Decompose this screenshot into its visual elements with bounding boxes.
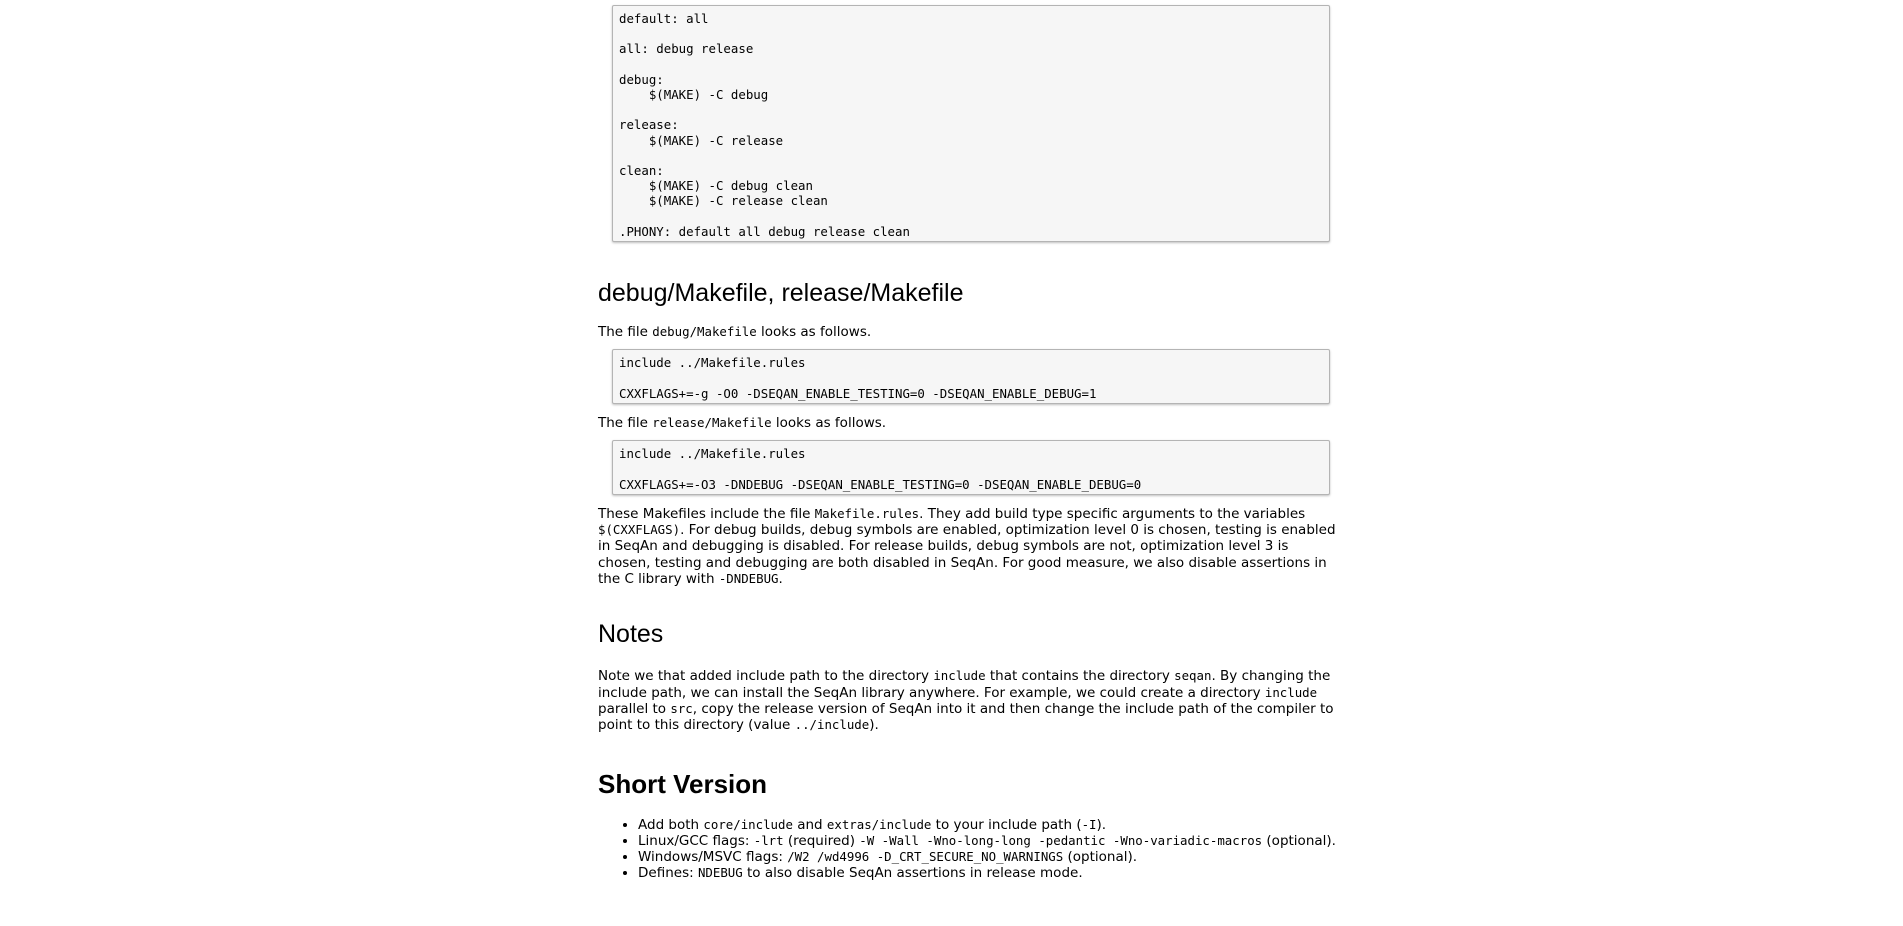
inline-code: $(CXXFLAGS) — [598, 522, 681, 538]
document-content: default: all all: debug release debug: $… — [598, 0, 1338, 882]
list-item: Windows/MSVC flags: /W2 /wd4996 -D_CRT_S… — [638, 849, 1338, 865]
inline-code: Makefile.rules — [814, 505, 920, 521]
short-version-list: Add both core/include and extras/include… — [598, 817, 1338, 882]
heading-short-version: Short Version — [598, 768, 768, 799]
makefiles-description: These Makefiles include the file Makefil… — [598, 505, 1336, 588]
inline-code: core/include — [703, 816, 793, 832]
inline-code: -DNDEBUG — [718, 571, 779, 587]
list-item: Add both core/include and extras/include… — [638, 817, 1338, 833]
debug-makefile-intro: The file debug/Makefile looks as follows… — [598, 324, 872, 341]
inline-code: NDEBUG — [697, 865, 743, 881]
inline-code: -I — [1081, 816, 1097, 832]
code-block-release-makefile: include ../Makefile.rules CXXFLAGS+=-O3 … — [612, 440, 1330, 495]
code-block-top-makefile: default: all all: debug release debug: $… — [612, 5, 1330, 243]
list-item: Defines: NDEBUG to also disable SeqAn as… — [638, 865, 1338, 881]
inline-code: release/Makefile — [652, 414, 772, 430]
inline-code: /W2 /wd4996 -D_CRT_SECURE_NO_WARNINGS — [787, 849, 1064, 865]
inline-code: debug/Makefile — [652, 324, 757, 340]
code-block-debug-makefile: include ../Makefile.rules CXXFLAGS+=-g -… — [612, 349, 1330, 404]
inline-code: -lrt — [753, 832, 784, 848]
release-makefile-intro: The file release/Makefile looks as follo… — [598, 414, 887, 431]
inline-code: seqan — [1174, 668, 1212, 684]
inline-code: extras/include — [826, 816, 932, 832]
inline-code: src — [670, 700, 693, 716]
list-item: Linux/GCC flags: -lrt (required) -W -Wal… — [638, 833, 1338, 849]
inline-code: include — [933, 668, 986, 684]
inline-code: include — [1264, 684, 1318, 700]
heading-makefiles: debug/Makefile, release/Makefile — [598, 279, 964, 308]
notes-paragraph: Note we that added include path to the d… — [598, 668, 1334, 734]
heading-notes: Notes — [598, 620, 664, 649]
inline-code: ../include — [794, 717, 870, 733]
inline-code: -W -Wall -Wno-long-long -pedantic -Wno-v… — [859, 832, 1263, 848]
